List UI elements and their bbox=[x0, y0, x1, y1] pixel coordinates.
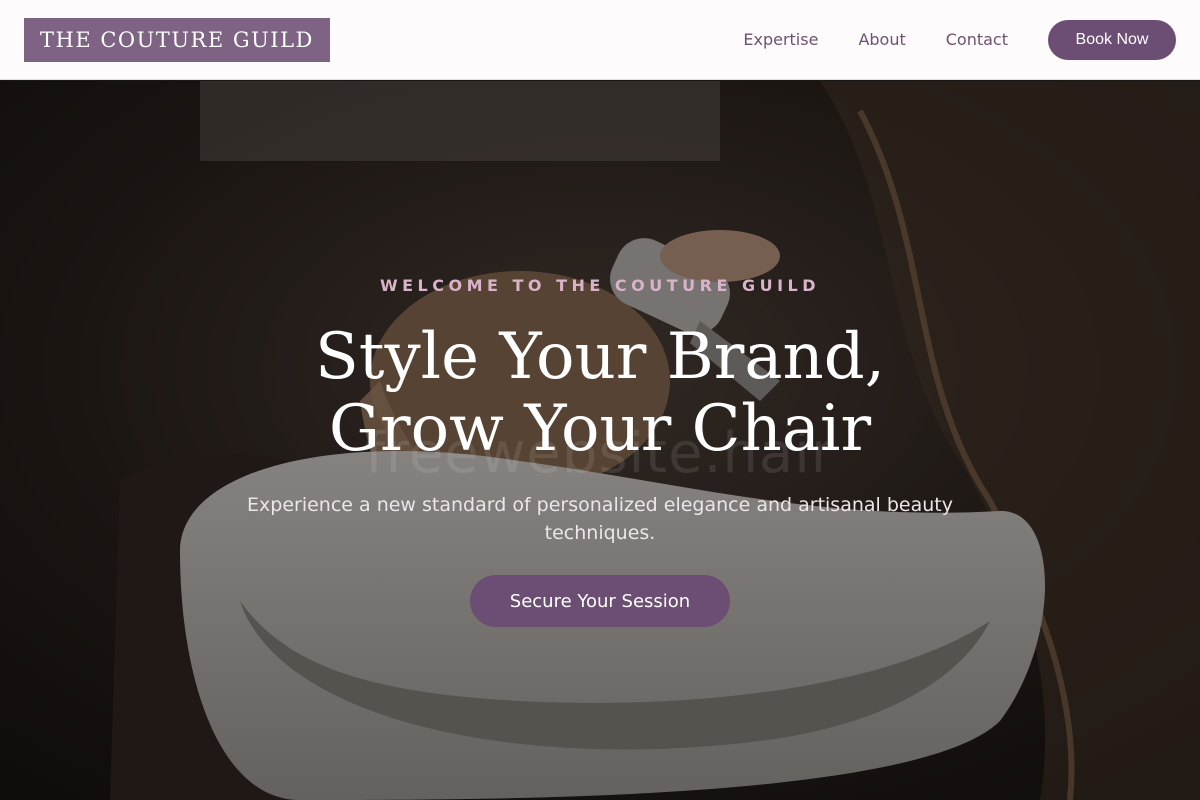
nav-link-about[interactable]: About bbox=[858, 30, 905, 49]
secure-session-button[interactable]: Secure Your Session bbox=[470, 575, 730, 627]
book-now-button[interactable]: Book Now bbox=[1048, 19, 1176, 60]
brand-logo[interactable]: THE COUTURE GUILD bbox=[24, 17, 330, 62]
hero-headline: Style Your Brand, Grow Your Chair bbox=[314, 320, 886, 466]
nav-link-contact[interactable]: Contact bbox=[946, 30, 1008, 49]
hero-subtext: Experience a new standard of personalize… bbox=[247, 494, 953, 544]
hero-section: freewebsite.hair WELCOME TO THE COUTURE … bbox=[0, 81, 1200, 800]
hero-eyebrow: WELCOME TO THE COUTURE GUILD bbox=[379, 276, 821, 295]
hero-content: WELCOME TO THE COUTURE GUILD Style Your … bbox=[0, 276, 1200, 627]
site-header: THE COUTURE GUILD Expertise About Contac… bbox=[0, 0, 1200, 80]
main-nav: Expertise About Contact Book Now bbox=[743, 19, 1176, 60]
nav-link-expertise[interactable]: Expertise bbox=[743, 30, 818, 49]
